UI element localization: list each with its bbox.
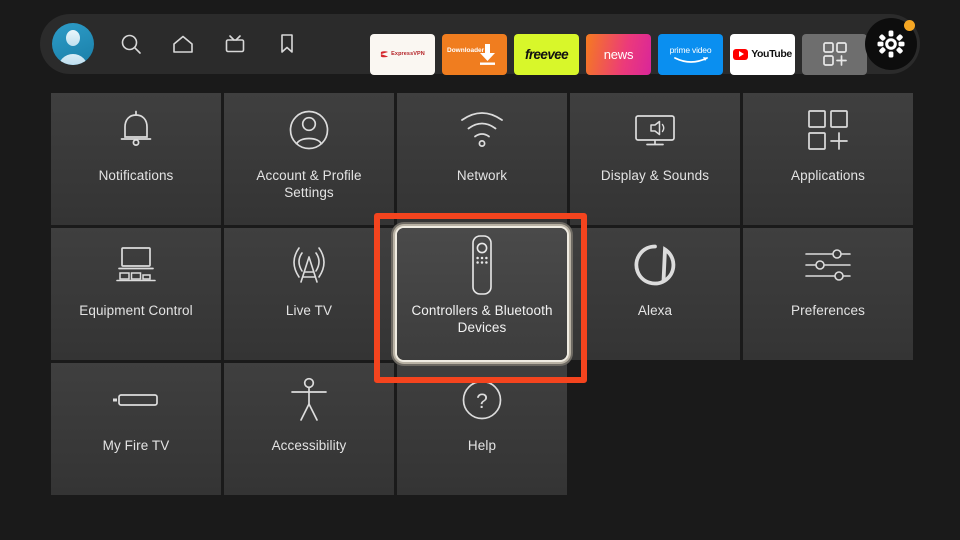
question-circle-icon: ? <box>397 363 567 437</box>
nav-left-icons <box>52 14 302 74</box>
settings-tile-label: Accessibility <box>271 438 347 453</box>
profile-avatar[interactable] <box>52 23 94 65</box>
settings-tile-alexa[interactable]: Alexa <box>570 228 740 360</box>
fire-tv-stick-icon <box>51 363 221 437</box>
app-news-label: news <box>603 46 634 62</box>
settings-tile-my-fire-tv[interactable]: My Fire TV <box>51 363 221 495</box>
app-downloader[interactable]: Downloader <box>442 33 507 75</box>
live-tv-icon[interactable] <box>220 29 250 59</box>
settings-grid: Notifications Account & Profile Settings <box>51 93 913 498</box>
app-freevee-label: freevee <box>524 46 569 62</box>
app-prime-video-label: prime video <box>669 44 712 55</box>
settings-tile-display-sounds[interactable]: Display & Sounds <box>570 93 740 225</box>
app-freevee[interactable]: freevee <box>514 33 579 75</box>
person-circle-icon <box>224 93 394 167</box>
avatar-head <box>66 30 80 46</box>
settings-tile-label: Network <box>456 168 508 183</box>
alexa-ring-icon <box>570 228 740 302</box>
settings-tile-preferences[interactable]: Preferences <box>743 228 913 360</box>
download-arrow-icon <box>480 43 495 65</box>
app-grid[interactable] <box>802 33 867 75</box>
svg-text:?: ? <box>476 390 488 413</box>
wifi-icon <box>397 93 567 167</box>
settings-tile-label: Applications <box>791 168 865 183</box>
settings-tile-network[interactable]: Network <box>397 93 567 225</box>
expressvpn-logo-icon <box>381 50 389 57</box>
bookmark-icon[interactable] <box>272 29 302 59</box>
settings-tile-label: Help <box>467 438 497 453</box>
top-navigation-bar: ExpressVPN Downloader freevee news prime… <box>40 14 920 75</box>
settings-tile-label: Live TV <box>285 303 333 318</box>
settings-tile-accessibility[interactable]: Accessibility <box>224 363 394 495</box>
settings-grid-row: My Fire TV Accessibility ? Help <box>51 363 913 495</box>
settings-tile-controllers-bluetooth-devices[interactable]: Controllers & Bluetooth Devices <box>397 228 567 360</box>
settings-gear-button[interactable] <box>865 18 917 70</box>
tv-equipment-icon <box>51 228 221 302</box>
remote-control-icon <box>397 228 567 302</box>
app-expressvpn[interactable]: ExpressVPN <box>370 33 435 75</box>
settings-tile-label: Notifications <box>98 168 174 183</box>
settings-tile-applications[interactable]: Applications <box>743 93 913 225</box>
gear-icon <box>877 30 905 58</box>
settings-tile-label: Preferences <box>791 303 865 318</box>
sliders-icon <box>743 228 913 302</box>
app-news[interactable]: news <box>586 33 651 75</box>
youtube-play-icon <box>733 48 749 60</box>
settings-tile-notifications[interactable]: Notifications <box>51 93 221 225</box>
notification-dot <box>904 20 915 31</box>
settings-tile-help[interactable]: ? Help <box>397 363 567 495</box>
apps-grid-plus-icon <box>822 42 847 66</box>
avatar-body <box>58 54 88 65</box>
accessibility-person-icon <box>224 363 394 437</box>
app-youtube-label: YouTube <box>751 48 792 60</box>
settings-tile-equipment-control[interactable]: Equipment Control <box>51 228 221 360</box>
app-youtube[interactable]: YouTube <box>730 33 795 75</box>
settings-tile-label: Account & Profile Settings <box>256 168 362 200</box>
settings-tile-label: Display & Sounds <box>600 168 710 183</box>
fire-tv-settings-screen: ExpressVPN Downloader freevee news prime… <box>0 0 960 540</box>
app-expressvpn-label: ExpressVPN <box>391 51 425 57</box>
settings-tile-label: My Fire TV <box>102 438 170 453</box>
antenna-tower-icon <box>224 228 394 302</box>
app-prime-video[interactable]: prime video <box>658 33 723 75</box>
app-shortcuts-row: ExpressVPN Downloader freevee news prime… <box>370 24 867 84</box>
settings-tile-label: Alexa <box>637 303 673 318</box>
settings-grid-row: Equipment Control Live TV Controllers & … <box>51 228 913 360</box>
amazon-smile-icon <box>673 56 708 63</box>
settings-grid-row: Notifications Account & Profile Settings <box>51 93 913 225</box>
settings-tile-label: Equipment Control <box>79 303 193 318</box>
settings-tile-live-tv[interactable]: Live TV <box>224 228 394 360</box>
bell-icon <box>51 93 221 167</box>
home-icon[interactable] <box>168 29 198 59</box>
settings-tile-account-profile-settings[interactable]: Account & Profile Settings <box>224 93 394 225</box>
search-icon[interactable] <box>116 29 146 59</box>
settings-tile-label: Controllers & Bluetooth Devices <box>411 303 553 335</box>
apps-grid-icon <box>743 93 913 167</box>
tv-speaker-icon <box>570 93 740 167</box>
